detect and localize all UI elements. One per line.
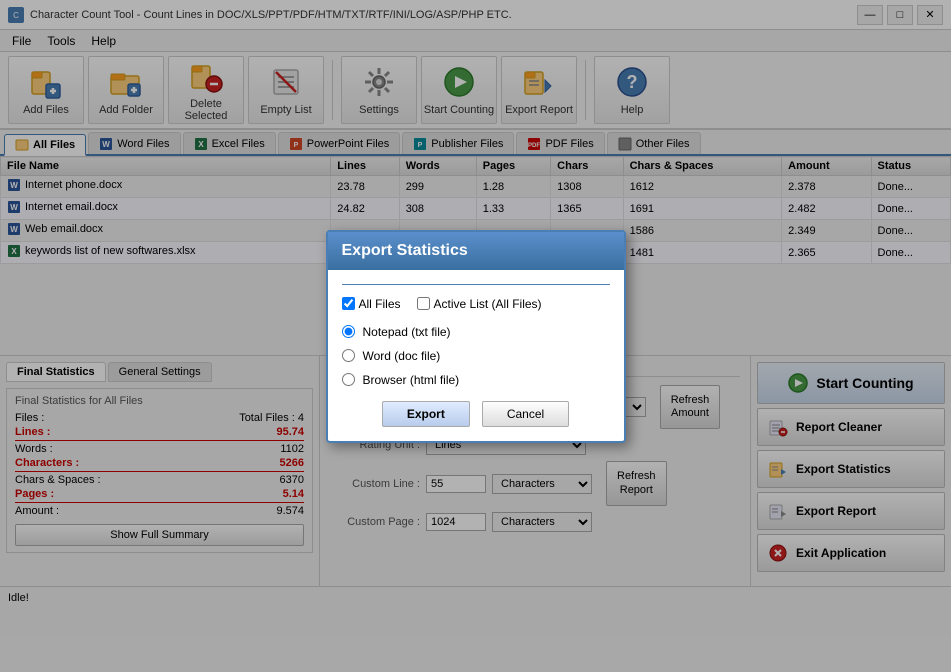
active-list-label: Active List (All Files) [434, 297, 542, 311]
export-statistics-modal: Export Statistics All Files Active List … [326, 230, 626, 443]
all-files-checkbox[interactable] [342, 297, 355, 310]
browser-radio[interactable] [342, 373, 355, 386]
active-list-checkbox[interactable] [417, 297, 430, 310]
browser-label: Browser (html file) [363, 373, 460, 387]
modal-title: Export Statistics [342, 242, 468, 259]
all-files-checkbox-label[interactable]: All Files [342, 297, 401, 311]
modal-buttons: Export Cancel [342, 401, 610, 427]
word-label: Word (doc file) [363, 349, 441, 363]
modal-export-button[interactable]: Export [382, 401, 470, 427]
word-radio[interactable] [342, 349, 355, 362]
modal-overlay: Export Statistics All Files Active List … [0, 0, 951, 672]
all-files-label: All Files [359, 297, 401, 311]
modal-checkbox-row: All Files Active List (All Files) [342, 297, 610, 311]
notepad-radio[interactable] [342, 325, 355, 338]
browser-radio-row: Browser (html file) [342, 373, 610, 387]
notepad-radio-row: Notepad (txt file) [342, 325, 610, 339]
modal-body: All Files Active List (All Files) Notepa… [328, 270, 624, 441]
modal-cancel-button[interactable]: Cancel [482, 401, 569, 427]
word-radio-row: Word (doc file) [342, 349, 610, 363]
active-list-checkbox-label[interactable]: Active List (All Files) [417, 297, 542, 311]
notepad-label: Notepad (txt file) [363, 325, 451, 339]
modal-divider [342, 284, 610, 285]
modal-header: Export Statistics [328, 232, 624, 270]
